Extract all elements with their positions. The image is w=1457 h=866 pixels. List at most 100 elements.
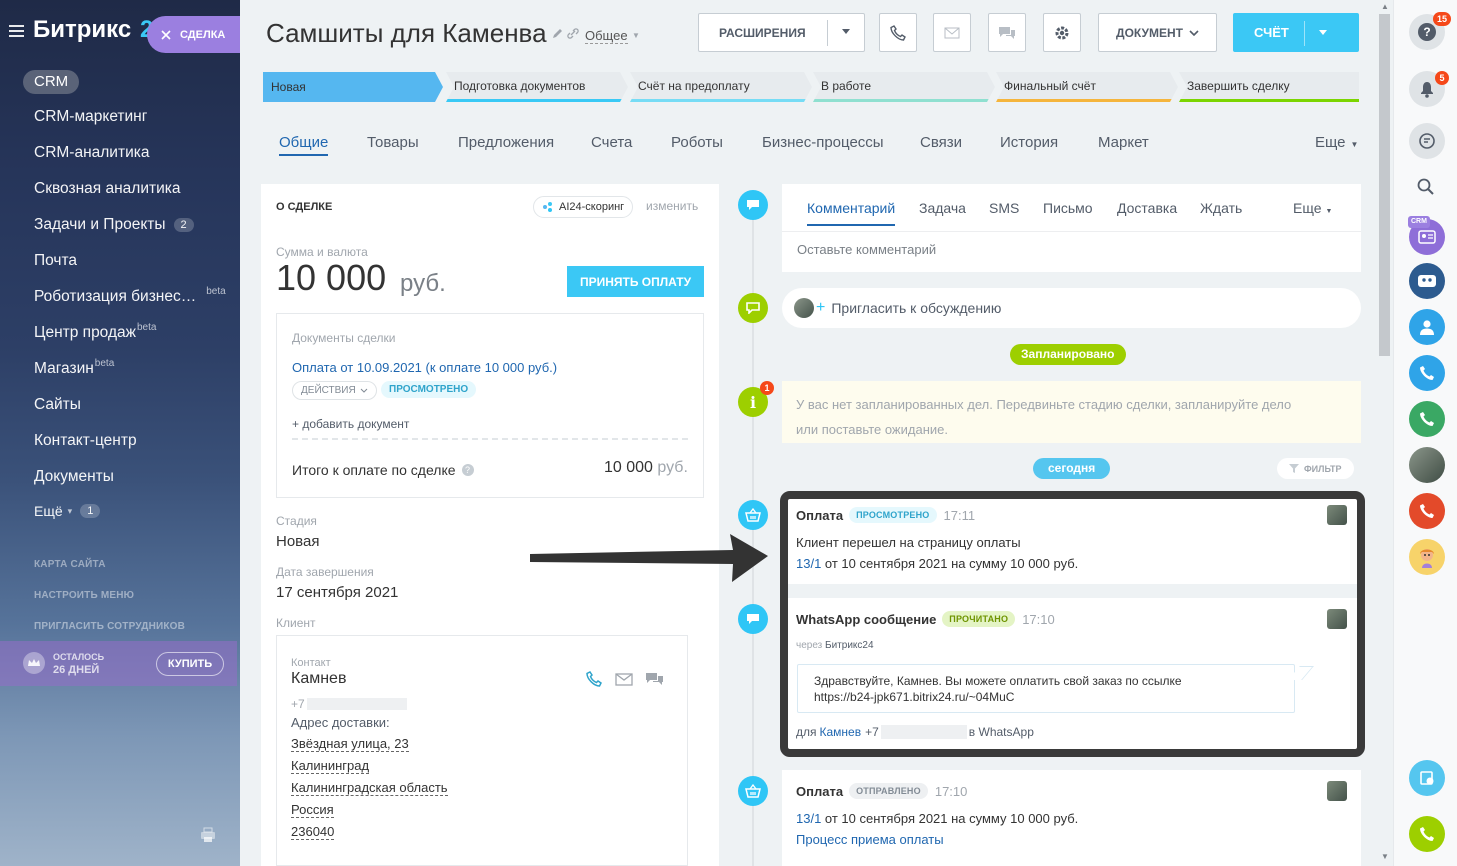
- avatar[interactable]: [1327, 505, 1347, 525]
- activity-stream-button[interactable]: [1409, 123, 1445, 159]
- scroll-down-icon[interactable]: ▼: [1381, 852, 1389, 861]
- search-icon[interactable]: [1417, 178, 1435, 196]
- tab-delivery[interactable]: Доставка: [1117, 200, 1177, 216]
- category-selector[interactable]: Общее: [585, 28, 628, 44]
- avatar[interactable]: [1327, 781, 1347, 801]
- tab-market[interactable]: Маркет: [1098, 134, 1149, 151]
- sidebar-item-crm-analytics[interactable]: CRM-аналитика: [34, 144, 149, 162]
- tab-relations[interactable]: Связи: [920, 134, 962, 151]
- tab-comment[interactable]: Комментарий: [807, 200, 896, 226]
- address-region[interactable]: Калининградская область: [291, 780, 448, 796]
- deal-slider-chip[interactable]: СДЕЛКА: [147, 16, 240, 53]
- open-call-button[interactable]: [1409, 816, 1445, 852]
- stage-doc-prep[interactable]: Подготовка документов: [446, 72, 628, 102]
- chat-icon[interactable]: [645, 672, 664, 687]
- add-document-link[interactable]: + добавить документ: [292, 417, 409, 431]
- logo[interactable]: Битрикс: [33, 16, 131, 44]
- invoice-button[interactable]: СЧЁТ: [1233, 13, 1359, 52]
- stage-new[interactable]: Новая: [263, 72, 443, 102]
- stage-close-deal[interactable]: Завершить сделку: [1179, 72, 1359, 102]
- extensions-button[interactable]: РАСШИРЕНИЯ: [698, 13, 865, 52]
- document-button[interactable]: ДОКУМЕНТ: [1098, 13, 1217, 52]
- chevron-down-icon[interactable]: [1319, 30, 1327, 35]
- scroll-up-icon[interactable]: ▲: [1381, 2, 1389, 11]
- sidebar-item-e2e-analytics[interactable]: Сквозная аналитика: [34, 180, 180, 198]
- pencil-icon[interactable]: [552, 28, 563, 39]
- contact-button[interactable]: [1409, 309, 1445, 345]
- help-icon[interactable]: ?: [461, 464, 474, 476]
- contact-phone[interactable]: +7: [291, 697, 407, 711]
- open-channels-button[interactable]: [1409, 263, 1445, 299]
- address-zip[interactable]: 236040: [291, 824, 335, 840]
- tab-robots[interactable]: Роботы: [671, 134, 723, 151]
- comment-input[interactable]: Оставьте комментарий: [797, 242, 936, 257]
- sidebar-item-crm[interactable]: CRM: [23, 70, 80, 94]
- tab-wait[interactable]: Ждать: [1200, 200, 1242, 216]
- sidebar-item-robotization[interactable]: Роботизация бизнес… beta: [34, 286, 226, 306]
- payment-url[interactable]: https://b24-jpk671.bitrix24.ru/~04MuC: [814, 689, 1278, 705]
- tab-more[interactable]: Еще ▼: [1293, 200, 1332, 216]
- phone-icon[interactable]: [585, 670, 603, 688]
- call-button[interactable]: [879, 13, 917, 52]
- address-street[interactable]: Звёздная улица, 23: [291, 736, 409, 752]
- avatar[interactable]: [1409, 447, 1445, 483]
- sitemap-link[interactable]: КАРТА САЙТА: [34, 559, 106, 570]
- order-link[interactable]: 13/1: [796, 811, 821, 826]
- tab-business-processes[interactable]: Бизнес-процессы: [762, 134, 884, 151]
- close-icon[interactable]: [161, 29, 171, 40]
- stage-prepayment[interactable]: Счёт на предоплату: [630, 72, 812, 102]
- printer-icon[interactable]: [200, 827, 216, 843]
- sidebar-item-shop[interactable]: Магазин beta: [34, 358, 114, 378]
- sidebar-item-more[interactable]: Ещё ▾ 1: [34, 503, 101, 519]
- call-end-button[interactable]: [1409, 493, 1445, 529]
- settings-button[interactable]: [1043, 13, 1081, 52]
- sidebar-item-tasks[interactable]: Задачи и Проекты 2: [34, 216, 194, 234]
- tab-more[interactable]: Еще ▼: [1315, 134, 1358, 151]
- viewed-status-badge: ПРОСМОТРЕНО: [381, 381, 477, 398]
- sidebar-item-crm-marketing[interactable]: CRM-маркетинг: [34, 108, 147, 126]
- tab-products[interactable]: Товары: [367, 134, 419, 151]
- actions-dropdown[interactable]: ДЕЙСТВИЯ: [292, 381, 377, 400]
- chevron-down-icon[interactable]: [842, 29, 850, 34]
- link-icon[interactable]: [567, 28, 579, 39]
- address-country[interactable]: Россия: [291, 802, 334, 818]
- stage-final-invoice[interactable]: Финальный счёт: [996, 72, 1178, 102]
- recipient-name[interactable]: Камнев: [820, 725, 862, 739]
- sidebar-item-mail[interactable]: Почта: [34, 252, 77, 270]
- scrollbar-thumb[interactable]: [1379, 14, 1390, 356]
- telephony-button[interactable]: [1409, 355, 1445, 391]
- payment-process-link[interactable]: Процесс приема оплаты: [796, 832, 944, 847]
- avatar[interactable]: [1327, 609, 1347, 629]
- menu-burger-icon[interactable]: [9, 25, 24, 37]
- ai-scoring-button[interactable]: AI24-скоринг: [533, 196, 634, 218]
- tab-invoices[interactable]: Счета: [591, 134, 632, 151]
- assistant-avatar[interactable]: [1409, 539, 1445, 575]
- invite-discussion-button[interactable]: + Пригласить к обсуждению: [782, 288, 1361, 328]
- tab-sms[interactable]: SMS: [989, 200, 1019, 216]
- sidebar-item-documents[interactable]: Документы: [34, 468, 114, 486]
- invite-employees-link[interactable]: ПРИГЛАСИТЬ СОТРУДНИКОВ: [34, 621, 185, 632]
- buy-button[interactable]: КУПИТЬ: [156, 652, 224, 676]
- accept-payment-button[interactable]: ПРИНЯТЬ ОПЛАТУ: [567, 266, 704, 297]
- filter-button[interactable]: ФИЛЬТР: [1277, 458, 1354, 479]
- tab-history[interactable]: История: [1000, 134, 1058, 151]
- email-button[interactable]: [933, 13, 971, 52]
- sidebar-item-sites[interactable]: Сайты: [34, 396, 81, 414]
- contact-name[interactable]: Камнев: [291, 670, 346, 688]
- sidebar-item-sales-center[interactable]: Центр продаж beta: [34, 322, 156, 342]
- share-screen-button[interactable]: [1409, 760, 1445, 796]
- stage-in-progress[interactable]: В работе: [813, 72, 995, 102]
- payment-document-link[interactable]: Оплата от 10.09.2021 (к оплате 10 000 ру…: [292, 360, 557, 375]
- tab-general[interactable]: Общие: [279, 134, 329, 156]
- envelope-icon[interactable]: [615, 672, 633, 686]
- chat-button[interactable]: [988, 13, 1026, 52]
- order-link[interactable]: 13/1: [796, 556, 821, 571]
- sidebar-item-contact-center[interactable]: Контакт-центр: [34, 432, 137, 450]
- tab-quotes[interactable]: Предложения: [458, 134, 554, 151]
- address-city[interactable]: Калининград: [291, 758, 370, 774]
- tab-letter[interactable]: Письмо: [1043, 200, 1093, 216]
- configure-menu-link[interactable]: НАСТРОИТЬ МЕНЮ: [34, 590, 134, 601]
- call-contact-button[interactable]: [1409, 401, 1445, 437]
- edit-link[interactable]: изменить: [646, 199, 698, 213]
- tab-task[interactable]: Задача: [919, 200, 966, 216]
